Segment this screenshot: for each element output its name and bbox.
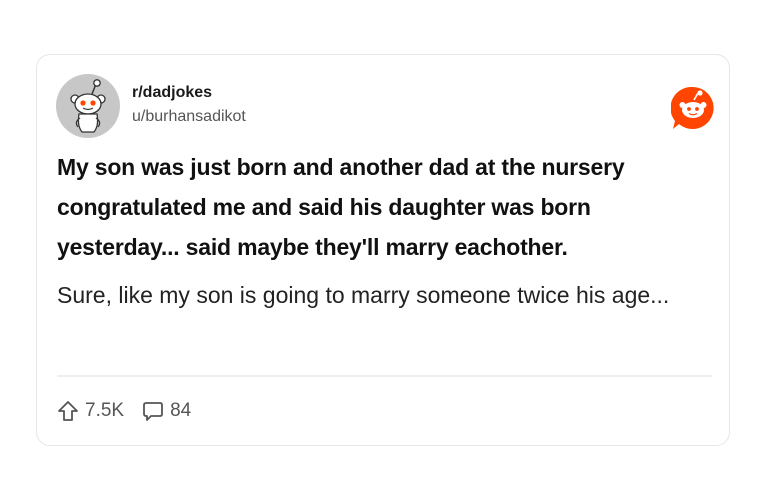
post-card[interactable]: r/dadjokes u/burhansadikot My son was ju… — [36, 54, 730, 446]
upvote-arrow-icon[interactable] — [57, 400, 79, 422]
post-title[interactable]: My son was just born and another dad at … — [57, 147, 707, 267]
upvote-count: 7.5K — [85, 400, 125, 421]
divider — [57, 375, 712, 377]
comment-bubble-icon[interactable] — [142, 400, 164, 422]
comment-button[interactable]: 84 — [142, 400, 191, 422]
upvote-button[interactable]: 7.5K — [57, 400, 124, 422]
snoo-avatar-icon[interactable] — [56, 74, 120, 138]
post-author[interactable]: u/burhansadikot — [132, 108, 246, 126]
comment-count: 84 — [170, 400, 192, 421]
post-body: Sure, like my son is going to marry some… — [57, 282, 670, 308]
reddit-logo-icon — [671, 86, 715, 130]
post-stats: 7.5K 84 — [57, 399, 209, 423]
community-name[interactable]: r/dadjokes — [132, 84, 212, 102]
